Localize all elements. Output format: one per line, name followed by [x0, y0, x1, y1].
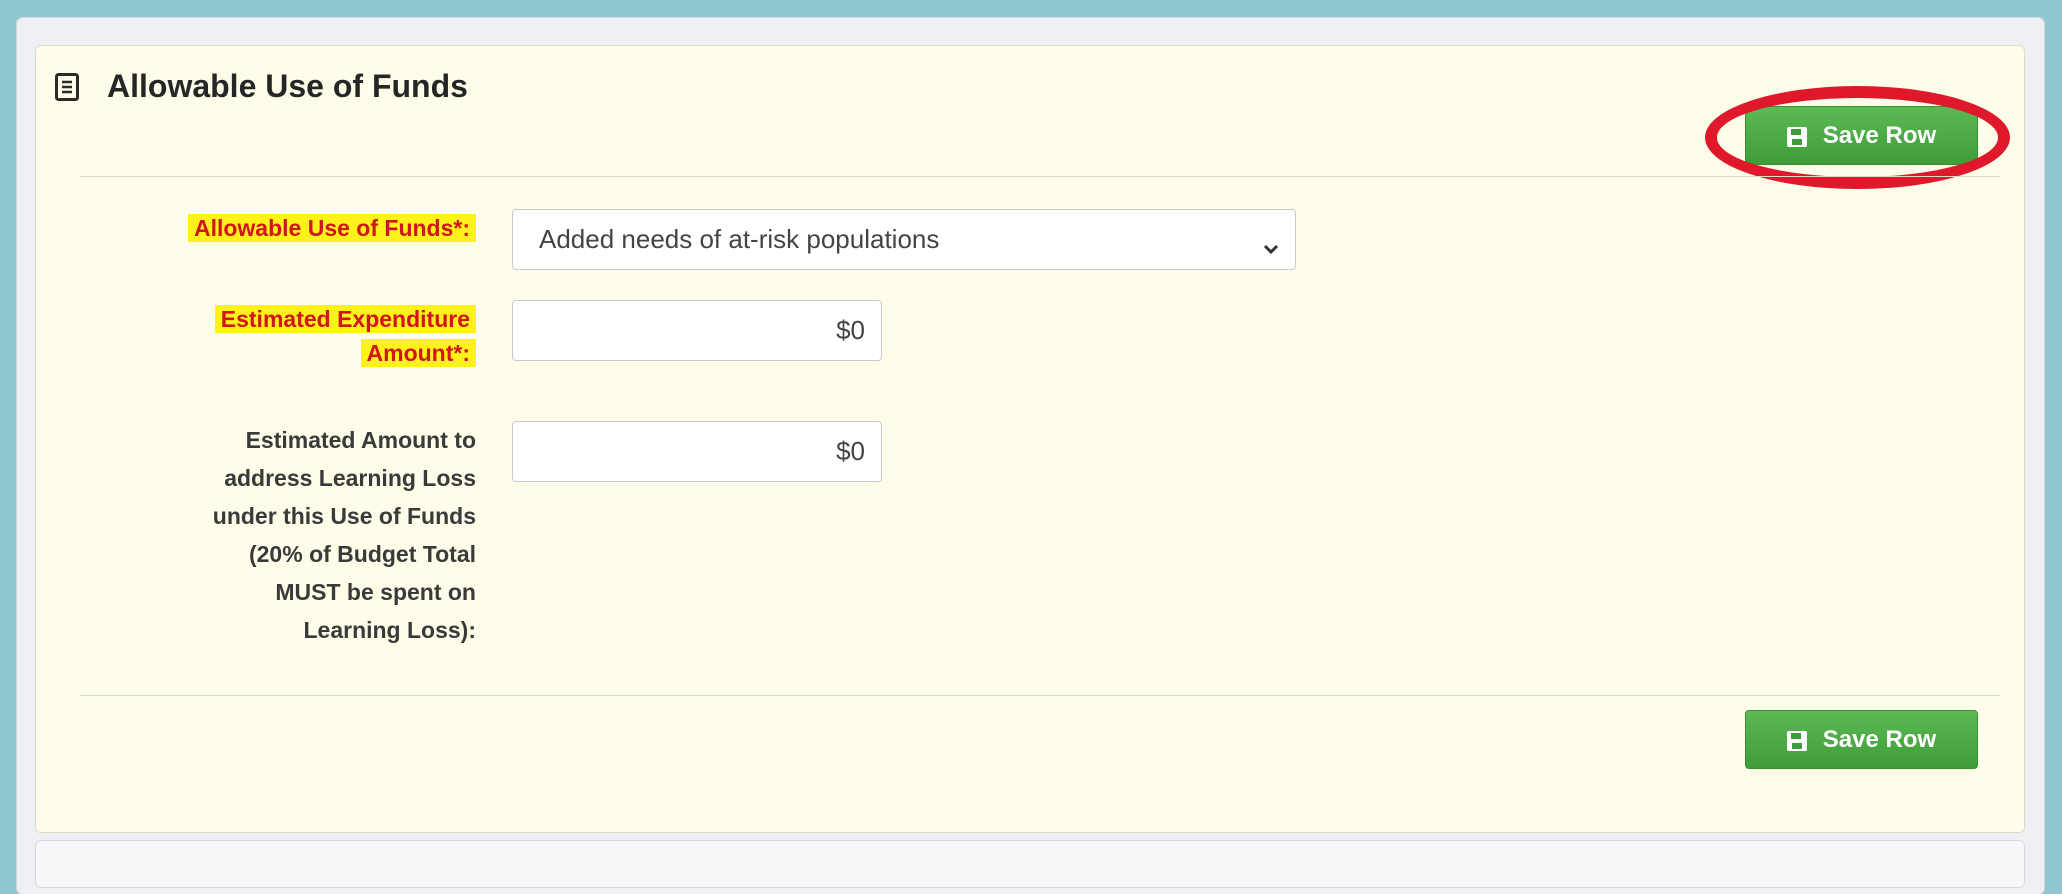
expenditure-amount-input[interactable]: [512, 300, 882, 361]
save-row-label: Save Row: [1822, 725, 1937, 753]
learning-loss-amount-input[interactable]: [512, 421, 882, 482]
panel-title: Allowable Use of Funds: [55, 67, 468, 104]
use-of-funds-selected: Added needs of at-risk populations: [539, 224, 940, 254]
document-list-icon: [55, 72, 79, 101]
use-of-funds-label: Allowable Use of Funds*:: [187, 211, 476, 245]
expenditure-label: Estimated Expenditure Amount*:: [214, 302, 476, 370]
floppy-disk-icon: [1786, 126, 1807, 147]
next-panel-strip: [35, 840, 2025, 888]
floppy-disk-icon: [1786, 730, 1807, 751]
header-divider: [80, 176, 2000, 177]
panel-title-text: Allowable Use of Funds: [107, 67, 468, 104]
chevron-down-icon: [1263, 232, 1279, 255]
save-row-label: Save Row: [1822, 121, 1937, 149]
save-row-button-top[interactable]: Save Row: [1745, 106, 1978, 165]
use-of-funds-select[interactable]: Added needs of at-risk populations: [512, 209, 1296, 270]
footer-divider: [80, 695, 2000, 696]
save-row-button-bottom[interactable]: Save Row: [1745, 710, 1978, 769]
learning-loss-label: Estimated Amount to address Learning Los…: [212, 427, 476, 643]
